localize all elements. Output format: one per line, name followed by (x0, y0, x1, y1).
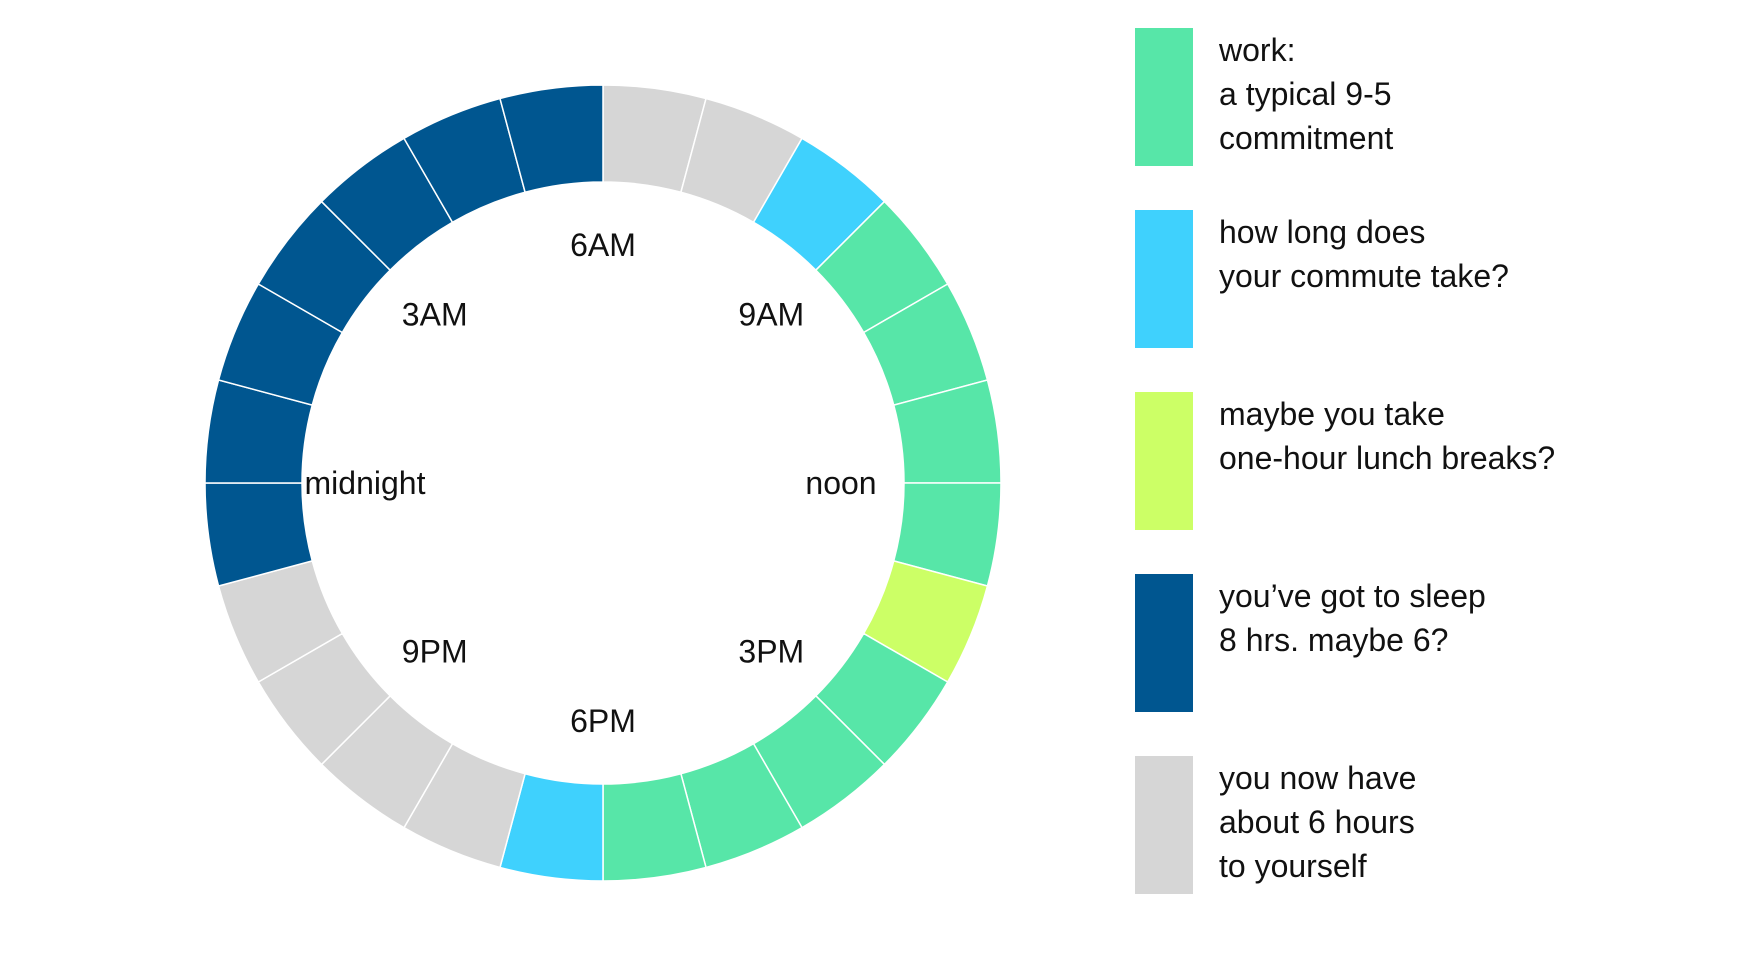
legend-swatch (1135, 574, 1193, 712)
hour-label: midnight (305, 465, 426, 501)
legend-item-lunch: maybe you take one-hour lunch breaks? (1135, 392, 1715, 530)
legend-swatch (1135, 392, 1193, 530)
legend-item-commute: how long does your commute take? (1135, 210, 1715, 348)
hour-label: 9PM (402, 633, 468, 669)
legend-swatch (1135, 28, 1193, 166)
hour-label: 6PM (570, 703, 636, 739)
legend-label: work: a typical 9-5 commitment (1219, 32, 1394, 156)
legend-item-sleep: you’ve got to sleep 8 hrs. maybe 6? (1135, 574, 1715, 712)
hour-labels: 6AM 9AM noon 3PM 6PM 9PM midnight 3AM (305, 227, 877, 739)
legend-swatch (1135, 756, 1193, 894)
hour-label: 3AM (402, 297, 468, 333)
hour-label: 6AM (570, 227, 636, 263)
hour-label: 9AM (738, 297, 804, 333)
legend-label: you’ve got to sleep 8 hrs. maybe 6? (1219, 578, 1486, 658)
legend-label: how long does your commute take? (1219, 214, 1509, 294)
legend-swatch (1135, 210, 1193, 348)
legend-item-free: you now have about 6 hours to yourself (1135, 756, 1715, 894)
legend-label: you now have about 6 hours to yourself (1219, 760, 1417, 884)
hour-label: 3PM (738, 633, 804, 669)
hour-label: noon (805, 465, 876, 501)
legend-item-work: work: a typical 9-5 commitment (1135, 28, 1715, 166)
legend-label: maybe you take one-hour lunch breaks? (1219, 396, 1556, 476)
